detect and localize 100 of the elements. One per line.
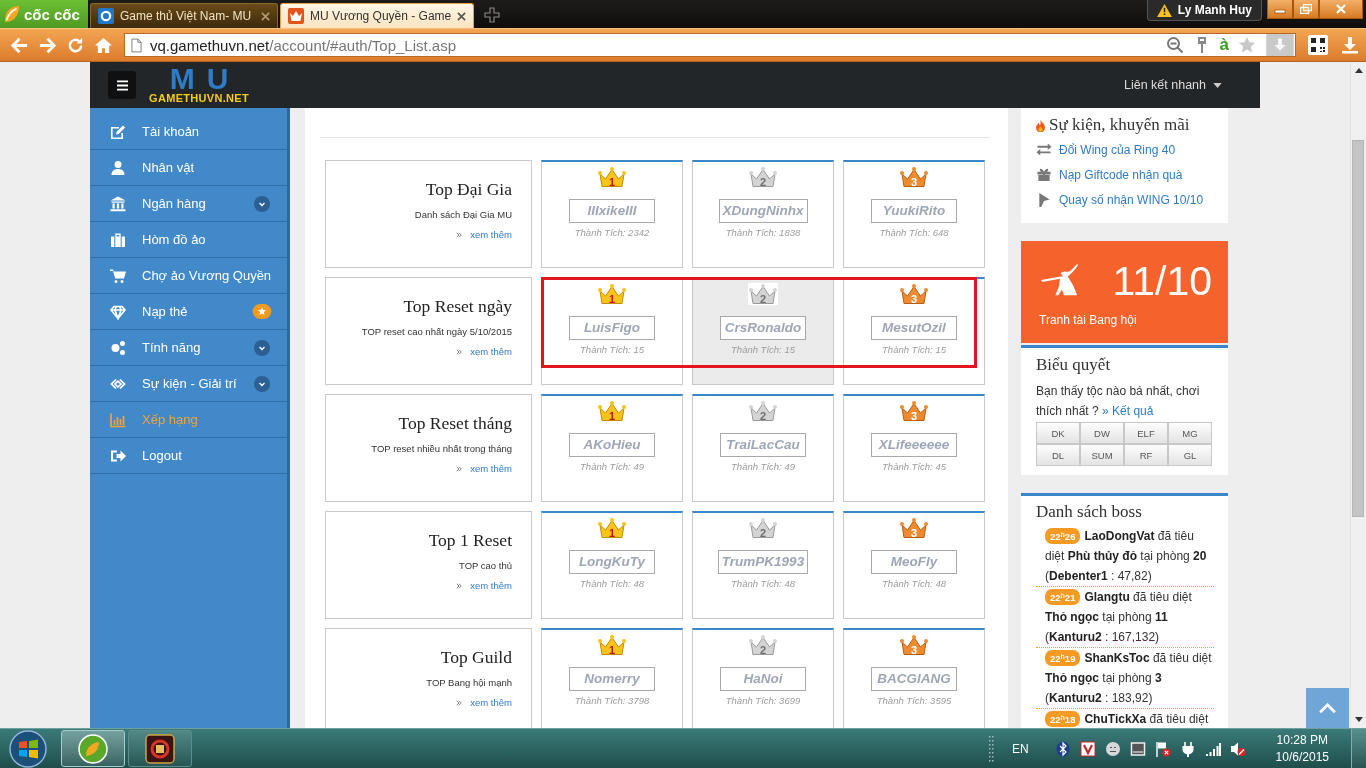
- menu-button[interactable]: [108, 71, 136, 99]
- player-card[interactable]: 1 IIIxikeIII Thành Tích: 2342: [541, 160, 683, 268]
- player-card[interactable]: 1 LuisFigo Thành Tích: 15: [541, 277, 683, 385]
- vote-option-button[interactable]: DW: [1080, 422, 1124, 444]
- chevron-down-icon[interactable]: [254, 195, 270, 212]
- player-card[interactable]: 3 MeoFly Thành Tích: 48: [843, 511, 985, 619]
- scroll-up-icon[interactable]: [1354, 68, 1363, 73]
- sidebar-item[interactable]: Chợ ảo Vương Quyền: [90, 258, 287, 294]
- sidebar-item[interactable]: Nhân vật: [90, 150, 287, 186]
- minimize-button[interactable]: [1267, 0, 1293, 19]
- scroll-down-icon[interactable]: [1354, 717, 1363, 722]
- promotion-link[interactable]: Nạp Giftcode nhận quà: [1059, 167, 1183, 182]
- player-card[interactable]: 2 XDungNinhx Thành Tích: 1838: [692, 160, 834, 268]
- player-card[interactable]: 3 BACGIANG Thành Tích: 3595: [843, 628, 985, 728]
- show-desktop-button[interactable]: [1351, 729, 1366, 768]
- diamond-icon: [110, 303, 126, 320]
- vote-option-button[interactable]: DL: [1036, 444, 1080, 466]
- clock-time: 10:28 PM: [1276, 731, 1328, 749]
- back-arrow-icon[interactable]: [10, 35, 29, 55]
- player-card[interactable]: 3 MesutOzil Thành Tích: 15: [843, 277, 985, 385]
- address-field[interactable]: vq.gamethuvn.net/account/#auth/Top_List.asp à: [124, 33, 1296, 57]
- scrollbar-thumb[interactable]: [1352, 140, 1364, 517]
- chevron-down-icon[interactable]: [254, 375, 270, 392]
- see-more-link[interactable]: xem thêm: [470, 346, 512, 358]
- see-more-link[interactable]: xem thêm: [470, 463, 512, 475]
- promotion-link[interactable]: Quay số nhận WING 10/10: [1059, 192, 1204, 207]
- player-card[interactable]: 3 YuukiRito Thành Tích: 648: [843, 160, 985, 268]
- ranking-description: TOP reset cao nhất ngày 5/10/2015: [361, 326, 512, 338]
- scrollbar[interactable]: [1350, 62, 1366, 728]
- star-icon[interactable]: [1238, 36, 1256, 54]
- qr-code-icon[interactable]: [1308, 35, 1328, 55]
- chevron-down-icon[interactable]: [254, 339, 270, 356]
- see-more-link[interactable]: xem thêm: [470, 580, 512, 592]
- sidebar-item[interactable]: Ngân hàng: [90, 186, 287, 222]
- quick-links-menu[interactable]: Liên kết nhanh: [1124, 78, 1206, 92]
- zoom-out-icon[interactable]: [1165, 36, 1184, 54]
- time-badge: 22$^{h}$19: [1045, 650, 1081, 666]
- input-mode-toggle[interactable]: à: [1219, 35, 1229, 55]
- chevron-tile-icon[interactable]: [1079, 740, 1096, 757]
- player-name: LuisFigo: [569, 316, 655, 340]
- home-icon[interactable]: [94, 35, 113, 55]
- time-badge: 22$^{h}$26: [1045, 528, 1081, 544]
- sidebar-item[interactable]: Logout: [90, 438, 287, 474]
- double-chevron-icon: [456, 232, 463, 238]
- speaker-muted-icon[interactable]: [1229, 740, 1246, 757]
- plus-icon[interactable]: [484, 7, 501, 23]
- clock[interactable]: 10:28 PM 10/6/2015: [1275, 731, 1329, 766]
- score-text: Thành Tích: 3798: [574, 695, 650, 706]
- crown-icon: 2: [748, 400, 778, 422]
- start-orb-icon[interactable]: [8, 728, 48, 768]
- forward-arrow-icon[interactable]: [38, 35, 57, 55]
- sidebar-item[interactable]: Hòm đồ ảo: [90, 222, 287, 258]
- results-link[interactable]: » Kết quả: [1102, 404, 1154, 418]
- vote-option-button[interactable]: RF: [1124, 444, 1168, 466]
- player-card[interactable]: 3 XLifeeeeee Thành Tích: 45: [843, 394, 985, 502]
- player-card[interactable]: 2 TrumPK1993 Thành Tích: 48: [692, 511, 834, 619]
- vote-option-button[interactable]: ELF: [1124, 422, 1168, 444]
- taskbar-button[interactable]: [61, 730, 125, 767]
- player-card[interactable]: 1 AKoHieu Thành Tích: 49: [541, 394, 683, 502]
- see-more-link[interactable]: xem thêm: [470, 697, 512, 709]
- close-icon[interactable]: [457, 11, 467, 21]
- score-text: Thành Tích: 49: [731, 461, 795, 472]
- sidebar-item[interactable]: Sự kiện - Giải trí: [90, 366, 287, 402]
- flag-error-icon[interactable]: [1154, 740, 1171, 757]
- event-banner[interactable]: 11/10 Tranh tài Bang hội: [1021, 241, 1228, 343]
- signal-bars-icon[interactable]: [1204, 740, 1221, 757]
- player-card[interactable]: 1 Nomerry Thành Tích: 3798: [541, 628, 683, 728]
- browser-tab[interactable]: MU Vương Quyền - Game: [280, 3, 475, 28]
- bluetooth-icon[interactable]: [1054, 740, 1071, 757]
- restore-button[interactable]: [1293, 0, 1319, 19]
- promotion-link[interactable]: Đổi Wing của Ring 40: [1059, 142, 1176, 157]
- sidebar-item[interactable]: Tài khoản: [90, 114, 287, 150]
- vote-option-button[interactable]: SUM: [1080, 444, 1124, 466]
- score-text: Thành Tích: 15: [580, 344, 644, 355]
- monitor-icon[interactable]: [1129, 740, 1146, 757]
- profile-badge[interactable]: Ly Manh Huy: [1146, 0, 1262, 21]
- vote-option-button[interactable]: DK: [1036, 422, 1080, 444]
- download-icon[interactable]: [1340, 35, 1360, 55]
- see-more-link[interactable]: xem thêm: [470, 229, 512, 241]
- caret-down-icon[interactable]: [1213, 82, 1222, 88]
- browser-tab[interactable]: Game thủ Việt Nam- MU: [90, 3, 278, 28]
- taskbar-button[interactable]: [128, 730, 192, 767]
- sidebar-item[interactable]: Tính năng: [90, 330, 287, 366]
- browser-menu-button[interactable]: cốc cốc: [0, 0, 88, 28]
- player-card[interactable]: 2 TraiLacCau Thành Tích: 49: [692, 394, 834, 502]
- smiley-icon[interactable]: [1104, 740, 1121, 757]
- sidebar-item[interactable]: Nạp thẻ: [90, 294, 287, 330]
- player-card[interactable]: 2 HaNoi Thành Tích: 3699: [692, 628, 834, 728]
- poll-question: Bạn thấy tộc nào bá nhất, chơi thích nhất ? » Kết quả: [1036, 383, 1201, 420]
- vote-option-button[interactable]: GL: [1168, 444, 1212, 466]
- score-text: Thành Tích: 648: [879, 227, 949, 238]
- close-window-button[interactable]: [1319, 0, 1363, 19]
- language-indicator[interactable]: EN: [1011, 741, 1029, 756]
- crown-icon: 2: [748, 166, 778, 188]
- ranking-title: Top Đại Gia: [425, 178, 512, 200]
- vote-option-button[interactable]: MG: [1168, 422, 1212, 444]
- crown-icon: 3: [899, 634, 929, 656]
- player-card[interactable]: 2 CrsRonaldo Thành Tích: 15: [692, 277, 834, 385]
- close-icon[interactable]: [261, 11, 270, 21]
- player-card[interactable]: 1 LongKuTy Thành Tích: 48: [541, 511, 683, 619]
